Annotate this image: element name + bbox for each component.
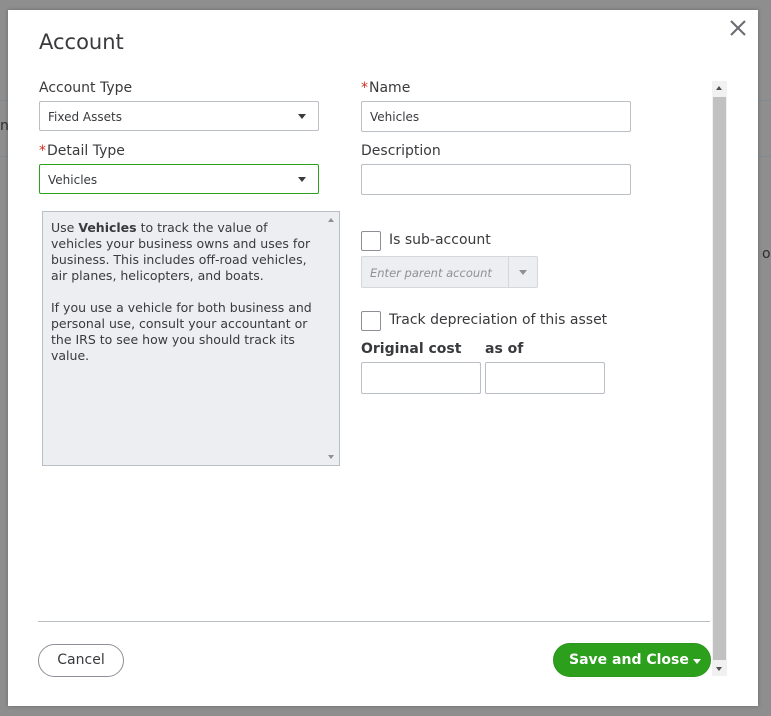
account-type-label: Account Type: [39, 80, 133, 96]
save-and-close-button[interactable]: Save and Close: [553, 643, 711, 677]
caret-down-icon[interactable]: [693, 659, 701, 664]
help-text: Use Vehicles to track the value of vehic…: [51, 220, 321, 380]
scroll-down-icon[interactable]: [328, 455, 334, 459]
help-text-prefix: Use: [51, 220, 79, 235]
select-divider: [508, 257, 509, 287]
required-marker: *: [361, 80, 368, 96]
name-value: Vehicles: [370, 110, 420, 124]
detail-type-label-text: Detail Type: [47, 143, 125, 159]
as-of-date-input[interactable]: [485, 362, 605, 394]
detail-type-help-box[interactable]: Use Vehicles to track the value of vehic…: [42, 211, 340, 466]
cancel-button[interactable]: Cancel: [38, 644, 124, 677]
account-type-value: Fixed Assets: [48, 110, 122, 124]
description-label: Description: [361, 143, 441, 159]
description-input[interactable]: [361, 164, 631, 195]
scroll-down-icon[interactable]: [716, 667, 722, 671]
required-marker: *: [39, 143, 46, 159]
track-depreciation-label: Track depreciation of this asset: [389, 312, 608, 328]
caret-down-icon: [519, 270, 527, 275]
original-cost-input[interactable]: [361, 362, 481, 394]
account-dialog: Account Account Type Fixed Assets *Detai…: [8, 10, 758, 706]
caret-down-icon: [298, 114, 306, 119]
footer-divider: [38, 621, 710, 622]
background-divider: [758, 156, 771, 157]
name-label: *Name: [361, 80, 410, 96]
scrollbar-thumb[interactable]: [713, 97, 726, 660]
background-text-fragment: o: [762, 246, 771, 262]
parent-account-select[interactable]: Enter parent account: [361, 256, 538, 288]
background-divider: [0, 156, 8, 157]
sub-account-checkbox[interactable]: [361, 231, 381, 251]
detail-type-value: Vehicles: [48, 173, 98, 187]
detail-type-select[interactable]: Vehicles: [39, 164, 319, 194]
close-icon[interactable]: [726, 16, 750, 40]
original-cost-label: Original cost: [361, 341, 462, 357]
help-paragraph: Use Vehicles to track the value of vehic…: [51, 220, 321, 284]
help-text-bold: Vehicles: [78, 220, 137, 235]
help-scrollbar[interactable]: [323, 212, 339, 465]
help-paragraph: If you use a vehicle for both business a…: [51, 300, 312, 363]
account-type-select[interactable]: Fixed Assets: [39, 101, 319, 131]
caret-down-icon: [298, 177, 306, 182]
save-and-close-label: Save and Close: [569, 652, 689, 668]
as-of-label: as of: [485, 341, 524, 357]
detail-type-label: *Detail Type: [39, 143, 125, 159]
dialog-scrollbar[interactable]: [712, 81, 727, 676]
background-divider: [758, 100, 771, 101]
name-label-text: Name: [369, 80, 411, 96]
name-input[interactable]: Vehicles: [361, 101, 631, 132]
dialog-title: Account: [39, 30, 124, 54]
background-divider: [0, 100, 8, 101]
track-depreciation-checkbox[interactable]: [361, 311, 381, 331]
parent-account-placeholder: Enter parent account: [370, 266, 492, 280]
sub-account-label: Is sub-account: [389, 232, 491, 248]
scroll-up-icon[interactable]: [328, 218, 334, 222]
scroll-up-icon[interactable]: [716, 86, 722, 90]
